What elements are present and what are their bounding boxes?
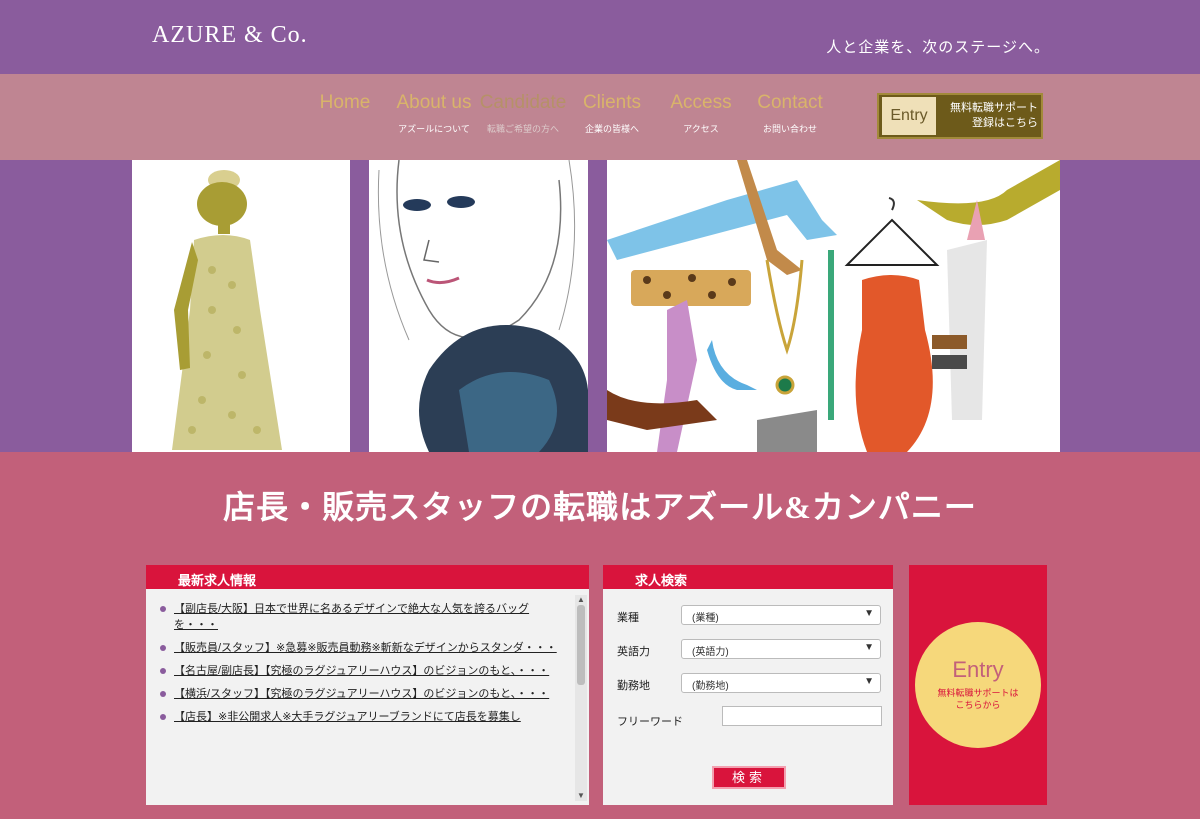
top-bar: AZURE & Co. 人と企業を、次のステージへ。 bbox=[0, 0, 1200, 74]
nav-label: Candidate bbox=[479, 92, 567, 113]
job-search-title: 求人検索 bbox=[603, 565, 893, 589]
nav-sublabel: お問い合わせ bbox=[762, 124, 817, 134]
fashion-face-icon bbox=[377, 160, 588, 452]
nav-item-about[interactable]: About us アズールについて bbox=[389, 92, 479, 135]
job-search-panel: 求人検索 業種 (業種) ▼ 英語力 (英語力) ▼ 勤務地 (勤務地) ▼ フ… bbox=[603, 565, 893, 805]
location-value: (勤務地) bbox=[692, 681, 729, 692]
nav-entry-button[interactable]: Entry 無料転職サポート 登録はこちら bbox=[877, 93, 1043, 139]
nav-label: Home bbox=[319, 92, 371, 113]
hero-banner bbox=[0, 160, 1200, 452]
industry-value: (業種) bbox=[692, 613, 719, 624]
chevron-down-icon: ▼ bbox=[864, 642, 874, 653]
nav-sublabel: アクセス bbox=[683, 124, 719, 134]
job-link[interactable]: 【副店長/大阪】日本で世界に名あるデザインで絶大な人気を誇るバッグを・・・ bbox=[174, 603, 529, 631]
location-label: 勤務地 bbox=[617, 680, 650, 692]
entry-circle-text1: 無料転職サポートは bbox=[937, 688, 1019, 698]
scroll-down-icon[interactable]: ▼ bbox=[575, 791, 587, 801]
nav-sublabel: アズールについて bbox=[398, 124, 470, 134]
latest-jobs-title: 最新求人情報 bbox=[146, 565, 589, 589]
accessories-collage-icon bbox=[607, 160, 1060, 452]
freeword-input[interactable] bbox=[722, 706, 882, 726]
nav-item-home[interactable]: Home bbox=[300, 92, 390, 135]
job-link[interactable]: 【横浜/スタッフ】【究極のラグジュアリーハウス】のビジョンのもと、・・・ bbox=[174, 688, 549, 700]
english-value: (英語力) bbox=[692, 647, 729, 658]
english-label: 英語力 bbox=[617, 646, 650, 658]
hero-illustration-accessories bbox=[607, 160, 1060, 452]
nav-item-clients[interactable]: Clients 企業の皆様へ bbox=[567, 92, 657, 135]
job-link[interactable]: 【名古屋/副店長】【究極のラグジュアリーハウス】のビジョンのもと、・・・ bbox=[174, 665, 549, 677]
job-list: 【副店長/大阪】日本で世界に名あるデザインで絶大な人気を誇るバッグを・・・ 【販… bbox=[146, 595, 574, 800]
site-logo[interactable]: AZURE & Co. bbox=[152, 22, 308, 49]
tagline: 人と企業を、次のステージへ。 bbox=[826, 40, 1050, 56]
english-select[interactable]: (英語力) ▼ bbox=[681, 639, 881, 659]
nav-item-access[interactable]: Access アクセス bbox=[656, 92, 746, 135]
job-link[interactable]: 【店長】※非公開求人※大手ラグジュアリーブランドにて店長を募集し bbox=[174, 711, 521, 723]
job-list-scrollbar[interactable]: ▲ ▼ bbox=[575, 595, 587, 801]
nav-item-candidate[interactable]: Candidate 転職ご希望の方へ bbox=[478, 92, 568, 135]
chevron-down-icon: ▼ bbox=[864, 676, 874, 687]
entry-line2: 登録はこちら bbox=[972, 117, 1038, 129]
woman-silhouette-icon bbox=[172, 170, 282, 450]
list-item: 【名古屋/副店長】【究極のラグジュアリーハウス】のビジョンのもと、・・・ bbox=[160, 663, 566, 679]
search-button[interactable]: 検索 bbox=[712, 766, 786, 789]
entry-circle-label: Entry bbox=[952, 657, 1004, 682]
list-item: 【販売員/スタッフ】※急募※販売員動務※斬新なデザインからスタンダ・・・ bbox=[160, 640, 566, 656]
entry-label: Entry bbox=[882, 97, 936, 135]
entry-line1: 無料転職サポート bbox=[950, 102, 1038, 114]
chevron-down-icon: ▼ bbox=[864, 608, 874, 619]
scroll-up-icon[interactable]: ▲ bbox=[575, 595, 587, 605]
list-item: 【横浜/スタッフ】【究極のラグジュアリーハウス】のビジョンのもと、・・・ bbox=[160, 686, 566, 702]
hero-illustration-face bbox=[369, 160, 588, 452]
job-link[interactable]: 【販売員/スタッフ】※急募※販売員動務※斬新なデザインからスタンダ・・・ bbox=[174, 642, 557, 654]
nav-sublabel: 企業の皆様へ bbox=[584, 124, 639, 134]
entry-circle-button[interactable]: Entry 無料転職サポートは こちらから bbox=[915, 622, 1041, 748]
main-headline: 店長・販売スタッフの転職はアズール&カンパニー bbox=[223, 489, 977, 525]
freeword-label: フリーワード bbox=[617, 716, 683, 728]
industry-label: 業種 bbox=[617, 612, 639, 624]
nav-sublabel: 転職ご希望の方へ bbox=[486, 124, 559, 134]
hero-illustration-dress bbox=[132, 160, 350, 452]
entry-text: 無料転職サポート 登録はこちら bbox=[942, 101, 1038, 131]
nav-item-contact[interactable]: Contact お問い合わせ bbox=[745, 92, 835, 135]
nav-label: About us bbox=[396, 92, 472, 113]
nav-label: Access bbox=[670, 92, 732, 113]
location-select[interactable]: (勤務地) ▼ bbox=[681, 673, 881, 693]
main-nav: Home About us アズールについて Candidate 転職ご希望の方… bbox=[300, 92, 834, 135]
scrollbar-thumb[interactable] bbox=[577, 605, 585, 685]
latest-jobs-panel: 最新求人情報 【副店長/大阪】日本で世界に名あるデザインで絶大な人気を誇るバッグ… bbox=[146, 565, 589, 805]
industry-select[interactable]: (業種) ▼ bbox=[681, 605, 881, 625]
nav-label: Clients bbox=[582, 92, 642, 113]
list-item: 【副店長/大阪】日本で世界に名あるデザインで絶大な人気を誇るバッグを・・・ bbox=[160, 601, 566, 633]
entry-circle-text2: こちらから bbox=[955, 700, 1001, 710]
entry-panel: Entry 無料転職サポートは こちらから bbox=[909, 565, 1047, 805]
list-item: 【店長】※非公開求人※大手ラグジュアリーブランドにて店長を募集し bbox=[160, 709, 566, 725]
nav-label: Contact bbox=[757, 92, 823, 113]
